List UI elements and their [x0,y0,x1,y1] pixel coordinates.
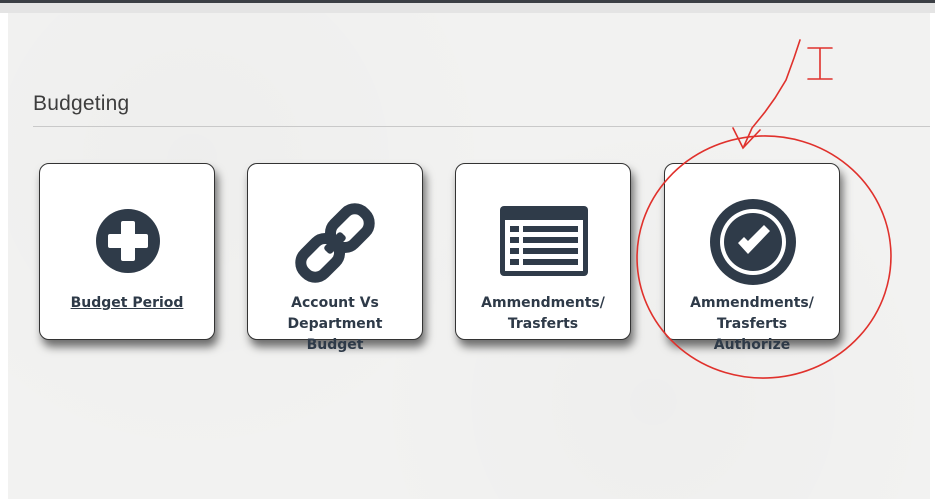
tile-ammendments-trasferts[interactable]: Ammendments/ Trasferts [455,163,631,340]
ammendments-trasferts-label: Ammendments/ Trasferts [481,295,605,332]
section-divider [33,126,930,127]
tile-account-vs-department-budget[interactable]: Account Vs Department Budget [247,163,423,353]
budget-period-link[interactable]: Budget Period [44,293,210,314]
ammendments-trasferts-authorize-label: Ammendments/ Trasferts Authorize [690,295,814,353]
list-document-icon [456,164,630,294]
account-vs-department-budget-label: Account Vs Department Budget [287,295,383,353]
top-bar [0,0,935,13]
plus-circle-icon [40,164,214,294]
tile-budget-period[interactable]: Budget Period [39,163,215,340]
tile-ammendments-trasferts-authorize[interactable]: Ammendments/ Trasferts Authorize [664,163,840,353]
section-title: Budgeting [33,92,130,115]
chain-link-icon [248,164,422,294]
check-circle-icon [665,164,839,294]
